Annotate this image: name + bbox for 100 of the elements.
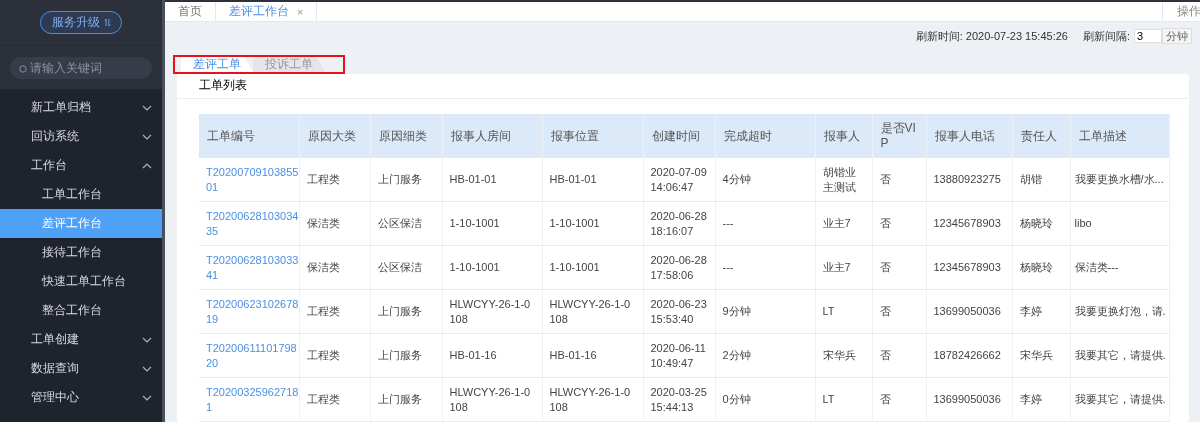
order-link[interactable]: T2020062810303435 — [199, 201, 299, 246]
table-cell: 上门服务 — [370, 158, 442, 202]
column-header: 完成超时 — [715, 114, 815, 158]
submenu-item[interactable]: 差评工作台 — [0, 209, 162, 238]
table-cell: 否 — [872, 289, 926, 334]
table-cell: HLWCYY-26-1-0108 — [442, 289, 542, 334]
table-cell: 公区保洁 — [370, 201, 442, 246]
column-header: 创建时间 — [643, 114, 715, 158]
menu-item[interactable]: 工作台 — [0, 151, 162, 180]
column-header: 工单描述 — [1070, 114, 1169, 158]
panel-title: 工单列表 — [177, 74, 1189, 99]
table-cell: LT — [815, 289, 872, 334]
tab[interactable]: 差评工单 — [181, 57, 253, 72]
table-cell: 李婷 — [1012, 377, 1070, 422]
table-cell: 李婷 — [1012, 289, 1070, 334]
table-cell: 胡锴 — [1012, 158, 1070, 202]
table-cell: 杨晓玲 — [1012, 245, 1070, 290]
chevron-down-icon — [142, 336, 152, 343]
table-cell: 2020-06-11 10:49:47 — [643, 333, 715, 378]
table-cell: 胡锴业主测试 — [815, 158, 872, 202]
swap-icon — [103, 18, 111, 27]
table-cell: 1-10-1001 — [542, 201, 643, 246]
menu-item[interactable]: 管理中心 — [0, 383, 162, 412]
order-link[interactable]: T2020062810303341 — [199, 245, 299, 290]
table-cell: 工程类 — [299, 377, 370, 422]
order-link[interactable]: T202003259627181 — [199, 377, 299, 422]
table-cell: 12345678903 — [926, 201, 1012, 246]
column-header: 报事位置 — [542, 114, 643, 158]
table-cell: 保洁类 — [299, 245, 370, 290]
menu-item[interactable]: 工单创建 — [0, 325, 162, 354]
table-cell: 2020-07-09 14:06:47 — [643, 158, 715, 202]
table-cell: 我要更换水槽/水... — [1070, 158, 1169, 202]
column-header: 报事人房间 — [442, 114, 542, 158]
table-cell: 上门服务 — [370, 333, 442, 378]
table-cell: 13699050036 — [926, 289, 1012, 334]
table-cell: 0分钟 — [715, 377, 815, 422]
table-cell: HLWCYY-26-1-0108 — [442, 377, 542, 422]
menu-item[interactable]: 回访系统 — [0, 122, 162, 151]
table-cell: 否 — [872, 245, 926, 290]
table-cell: HLWCYY-26-1-0108 — [542, 377, 643, 422]
table-cell: 18782426662 — [926, 333, 1012, 378]
unit-label: 分钟 — [1162, 28, 1192, 44]
table-cell: 12345678903 — [926, 245, 1012, 290]
tab[interactable]: 首页 — [165, 2, 216, 21]
column-header: 报事人 — [815, 114, 872, 158]
upgrade-button[interactable]: 服务升级 — [40, 11, 122, 34]
tab[interactable]: 差评工作台 × — [216, 2, 318, 21]
table-cell: 我要其它，请提供. — [1070, 377, 1169, 422]
table-cell: 否 — [872, 201, 926, 246]
table-cell: 1-10-1001 — [442, 245, 542, 290]
chevron-up-icon — [142, 162, 152, 169]
chevron-down-icon — [142, 365, 152, 372]
column-header: 报事人电话 — [926, 114, 1012, 158]
table-cell: HB-01-01 — [442, 158, 542, 202]
table-cell: 杨晓玲 — [1012, 201, 1070, 246]
submenu-item[interactable]: 整合工作台 — [0, 296, 162, 325]
table-cell: 9分钟 — [715, 289, 815, 334]
interval-field[interactable]: 3 — [1134, 29, 1162, 43]
action-menu[interactable]: 操作 — [1162, 2, 1200, 21]
order-link[interactable]: T2020062310267819 — [199, 289, 299, 334]
table-cell: --- — [715, 201, 815, 246]
close-icon[interactable]: × — [297, 5, 304, 18]
table-cell: HB-01-01 — [542, 158, 643, 202]
table-cell: 13880923275 — [926, 158, 1012, 202]
order-link[interactable]: T2020061110179820 — [199, 333, 299, 378]
table-cell: 业主7 — [815, 201, 872, 246]
column-header: 原因细类 — [370, 114, 442, 158]
table-cell: 宋华兵 — [1012, 333, 1070, 378]
table-cell: HLWCYY-26-1-0108 — [542, 289, 643, 334]
table-cell: 13699050036 — [926, 377, 1012, 422]
table-cell: 2020-06-28 18:16:07 — [643, 201, 715, 246]
table-cell: 我要其它，请提供. — [1070, 333, 1169, 378]
column-header: 责任人 — [1012, 114, 1070, 158]
menu-item[interactable]: 数据查询 — [0, 354, 162, 383]
refresh-time: 刷新时间: 2020-07-23 15:45:26 — [915, 28, 1068, 44]
table-cell: 保洁类--- — [1070, 245, 1169, 290]
column-header: 原因大类 — [299, 114, 370, 158]
menu-item[interactable]: 新工单归档 — [0, 93, 162, 122]
table-cell: 上门服务 — [370, 289, 442, 334]
chevron-down-icon — [142, 133, 152, 140]
chevron-down-icon — [142, 394, 152, 401]
table-cell: HB-01-16 — [542, 333, 643, 378]
table-cell: 工程类 — [299, 333, 370, 378]
table-cell: 1-10-1001 — [542, 245, 643, 290]
table-cell: 2分钟 — [715, 333, 815, 378]
table-cell: 宋华兵 — [815, 333, 872, 378]
table-cell: 1-10-1001 — [442, 201, 542, 246]
table-cell: 2020-06-23 15:53:40 — [643, 289, 715, 334]
table-cell: libo — [1070, 201, 1169, 246]
submenu-item[interactable]: 接待工作台 — [0, 238, 162, 267]
submenu-item[interactable]: 快速工单工作台 — [0, 267, 162, 296]
table-cell: 否 — [872, 333, 926, 378]
table-cell: 2020-06-28 17:58:06 — [643, 245, 715, 290]
submenu-item[interactable]: 工单工作台 — [0, 180, 162, 209]
search-field[interactable]: 请输入关键词 — [10, 56, 152, 79]
order-link[interactable]: T2020070910385501 — [199, 158, 299, 202]
table-cell: 上门服务 — [370, 377, 442, 422]
table-cell: 工程类 — [299, 158, 370, 202]
chevron-down-icon — [142, 104, 152, 111]
interval-label: 刷新间隔: — [1082, 28, 1130, 44]
